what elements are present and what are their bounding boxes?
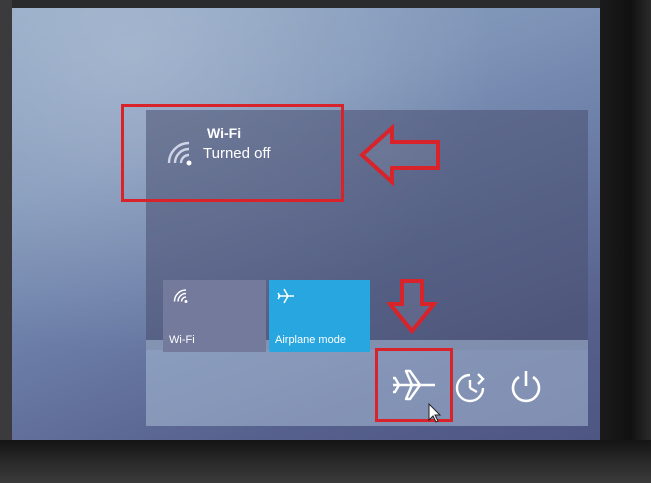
night-light-icon[interactable] (452, 370, 488, 406)
arrow-down-icon (387, 279, 437, 334)
airplane-icon (277, 288, 294, 304)
notification-highlight-box (121, 104, 344, 202)
monitor-bezel-bottom (0, 440, 651, 483)
monitor-bezel-top (0, 0, 651, 8)
mouse-cursor-icon (428, 403, 442, 423)
wifi-icon (173, 289, 188, 303)
power-icon[interactable] (508, 368, 544, 406)
quick-action-wifi[interactable]: Wi-Fi (163, 280, 266, 352)
quick-action-airplane-mode[interactable]: Airplane mode (269, 280, 370, 352)
quick-action-airplane-label: Airplane mode (275, 334, 346, 346)
arrow-left-icon (359, 124, 440, 186)
quick-action-wifi-label: Wi-Fi (169, 334, 195, 346)
monitor-bezel-left (0, 0, 12, 440)
monitor-bezel-right (600, 0, 651, 483)
